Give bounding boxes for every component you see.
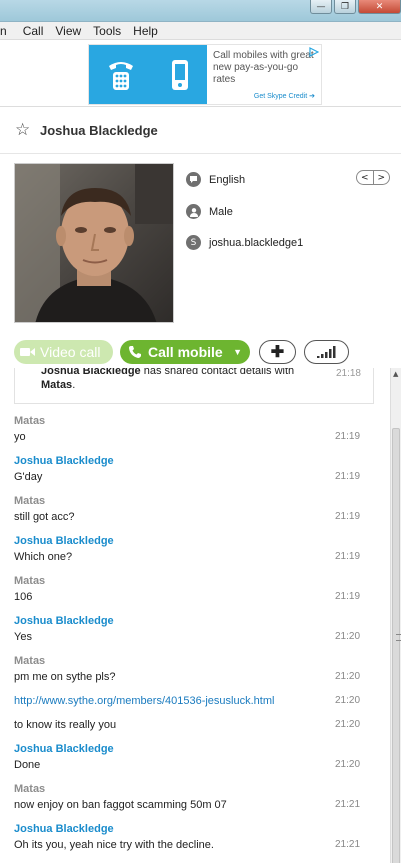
person-icon bbox=[186, 204, 201, 219]
minimize-icon: — bbox=[316, 1, 326, 12]
shared-sender-name: Joshua Blackledge bbox=[41, 368, 141, 377]
profile-name: Joshua Blackledge bbox=[40, 123, 158, 138]
message-time: 21:20 bbox=[335, 759, 361, 770]
favorite-star-icon[interactable]: ☆ bbox=[15, 120, 30, 140]
message-text: still got acc? bbox=[14, 511, 75, 523]
call-options-chevron-down-icon[interactable]: ▼ bbox=[233, 347, 242, 357]
scroll-up-arrow-icon[interactable]: ▲ bbox=[393, 370, 398, 378]
message-time: 21:20 bbox=[335, 695, 361, 706]
plus-icon: ✚ bbox=[270, 344, 285, 361]
message-sender[interactable]: Joshua Blackledge bbox=[14, 615, 114, 627]
avatar bbox=[15, 164, 173, 322]
message-time: 21:19 bbox=[335, 431, 361, 442]
message-time: 21:20 bbox=[335, 671, 361, 682]
video-call-label: Video call bbox=[40, 344, 101, 360]
message-time: 21:19 bbox=[335, 511, 361, 522]
message-text: Yes bbox=[14, 631, 32, 643]
message-text: G'day bbox=[14, 471, 43, 483]
message-sender[interactable]: Matas bbox=[14, 575, 45, 587]
scroll-thumb[interactable] bbox=[392, 428, 401, 863]
message-text: Done bbox=[14, 759, 41, 771]
ad-copy: Call mobiles with great new pay-as-you-g… bbox=[207, 45, 321, 104]
message-text: now enjoy on ban faggot scamming 50m 07 bbox=[14, 799, 227, 811]
menu-item-tools[interactable]: Tools bbox=[87, 24, 127, 38]
window-titlebar: — ❐ ✕ bbox=[0, 0, 401, 22]
maximize-button[interactable]: ❐ bbox=[334, 0, 356, 14]
chat-history: Joshua Blackledge has shared contact det… bbox=[0, 368, 390, 863]
message-text: pm me on sythe pls? bbox=[14, 671, 116, 683]
skype-credit-ad[interactable]: Call mobiles with great new pay-as-you-g… bbox=[88, 44, 322, 105]
message-sender[interactable]: Joshua Blackledge bbox=[14, 823, 114, 835]
message-text: Which one? bbox=[14, 551, 73, 563]
shared-time: 21:18 bbox=[335, 368, 361, 379]
message-text: Oh its you, yeah nice try with the decli… bbox=[14, 839, 214, 851]
ad-info-icon[interactable] bbox=[309, 47, 319, 57]
previous-arrow-icon[interactable]: < bbox=[357, 171, 374, 184]
menu-bar: n Call View Tools Help bbox=[0, 22, 401, 40]
chat-scrollbar[interactable]: ▲ bbox=[390, 368, 401, 863]
next-arrow-icon[interactable]: > bbox=[374, 171, 390, 184]
close-icon: ✕ bbox=[375, 1, 384, 12]
menu-item-conversations[interactable]: n bbox=[0, 24, 17, 38]
message-sender[interactable]: Matas bbox=[14, 495, 45, 507]
profile-photo bbox=[14, 163, 174, 323]
menu-item-call[interactable]: Call bbox=[17, 24, 50, 38]
language-text: English bbox=[209, 173, 246, 186]
landline-phone-icon bbox=[109, 61, 133, 90]
message-sender[interactable]: Joshua Blackledge bbox=[14, 535, 114, 547]
info-language: English bbox=[186, 172, 245, 187]
message-time: 21:21 bbox=[335, 799, 361, 810]
skype-icon: S bbox=[186, 235, 201, 250]
shared-recipient-name: Matas bbox=[41, 379, 73, 391]
message-text: 106 bbox=[14, 591, 33, 603]
message-time: 21:19 bbox=[335, 471, 361, 482]
get-skype-credit-link[interactable]: Get Skype Credit ➔ bbox=[254, 92, 315, 100]
info-skype-name: S joshua.blackledge1 bbox=[186, 235, 303, 250]
info-gender: Male bbox=[186, 204, 233, 219]
ad-text: Call mobiles with great new pay-as-you-g… bbox=[213, 50, 314, 85]
ad-banner-area: Call mobiles with great new pay-as-you-g… bbox=[0, 40, 401, 107]
message-sender[interactable]: Joshua Blackledge bbox=[14, 455, 114, 467]
gender-text: Male bbox=[209, 205, 233, 218]
message-text: to know its really you bbox=[14, 719, 117, 731]
menu-item-help[interactable]: Help bbox=[127, 24, 164, 38]
message-time: 21:21 bbox=[335, 839, 361, 850]
video-camera-icon bbox=[20, 348, 35, 356]
message-sender[interactable]: Matas bbox=[14, 783, 45, 795]
profile-panel: English < > Male S joshua.blackledge1 Vi… bbox=[0, 154, 401, 368]
maximize-icon: ❐ bbox=[340, 1, 350, 12]
shared-period: . bbox=[72, 379, 76, 391]
message-sender[interactable]: Joshua Blackledge bbox=[14, 743, 114, 755]
message-text: yo bbox=[14, 431, 26, 443]
message-time: 21:19 bbox=[335, 551, 361, 562]
signal-strength-icon bbox=[316, 346, 335, 358]
minimize-button[interactable]: — bbox=[310, 0, 332, 14]
shared-contact-notice: Joshua Blackledge has shared contact det… bbox=[14, 368, 374, 404]
shared-contact-text: Joshua Blackledge has shared contact det… bbox=[41, 368, 294, 392]
message-sender[interactable]: Matas bbox=[14, 415, 45, 427]
skype-name-text: joshua.blackledge1 bbox=[209, 236, 304, 249]
call-quality-button[interactable] bbox=[304, 340, 349, 364]
message-sender[interactable]: Matas bbox=[14, 655, 45, 667]
shared-contact-rest: has shared contact details with bbox=[140, 368, 295, 377]
mobile-phone-icon bbox=[172, 59, 188, 90]
message-time: 21:20 bbox=[335, 631, 361, 642]
profile-nav-arrows: < > bbox=[356, 170, 390, 185]
phone-icon bbox=[129, 346, 141, 358]
scroll-grip bbox=[396, 634, 401, 641]
call-mobile-label: Call mobile bbox=[148, 344, 223, 360]
call-mobile-button[interactable]: Call mobile ▼ bbox=[120, 340, 250, 364]
language-icon bbox=[186, 172, 201, 187]
profile-header: ☆ Joshua Blackledge bbox=[0, 107, 401, 154]
message-time: 21:19 bbox=[335, 591, 361, 602]
add-to-call-button[interactable]: ✚ bbox=[259, 340, 296, 364]
close-button[interactable]: ✕ bbox=[358, 0, 401, 14]
message-link[interactable]: http://www.sythe.org/members/401536-jesu… bbox=[14, 695, 274, 707]
menu-item-view[interactable]: View bbox=[49, 24, 87, 38]
message-time: 21:20 bbox=[335, 719, 361, 730]
video-call-button[interactable]: Video call bbox=[14, 340, 113, 364]
ad-graphic bbox=[89, 45, 207, 104]
